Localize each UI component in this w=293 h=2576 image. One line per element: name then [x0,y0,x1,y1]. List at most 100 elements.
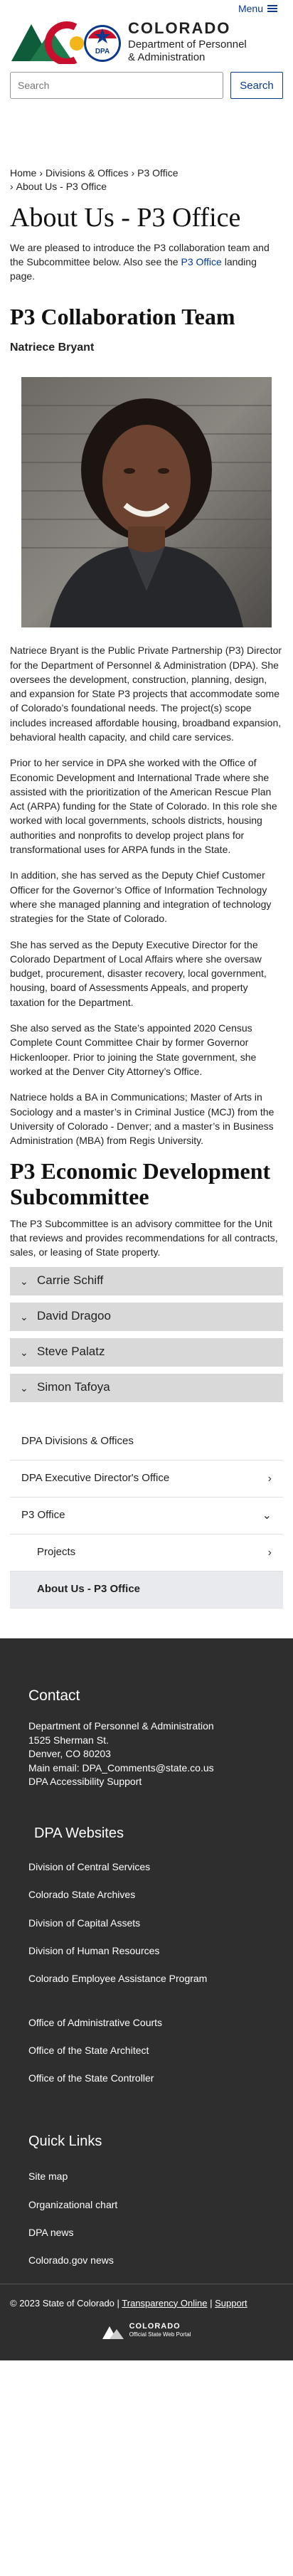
team-member-name: Natriece Bryant [10,341,95,354]
accordion-member[interactable]: ⌄ Carrie Schiff [10,1266,283,1295]
breadcrumb-current: About Us - P3 Office [16,180,107,192]
chevron-down-icon: ⌄ [20,1346,28,1358]
breadcrumb: Home › Divisions & Offices › P3 Office › Abou… [0,166,293,194]
breadcrumb-p3-office[interactable]: P3 Office [137,167,178,179]
address-line-3: Denver, CO 80203 [28,1748,111,1760]
breadcrumb-home[interactable]: Home [10,167,36,179]
support-link[interactable]: Support [215,2298,247,2309]
search-bar: Search [0,67,293,101]
side-navigation: DPA Divisions & Offices DPA Executive Dir… [10,1423,283,1608]
footer-link[interactable]: Colorado.gov news [28,2253,265,2267]
footer-link[interactable]: Office of Administrative Courts [28,2015,265,2030]
footer-link[interactable]: Colorado Employee Assistance Program [28,1971,265,1986]
breadcrumb-separator: › [131,167,135,179]
bio-paragraph: She has served as the Deputy Executive D… [10,938,267,1008]
portal-logo-state: COLORADO [129,2322,181,2331]
bio-section: Natriece Bryant is the Public Private Pa… [0,643,293,1147]
accordion-label: David Dragoo [37,1309,111,1323]
colorado-dpa-logo[interactable]: DPA [10,20,124,65]
footer-link[interactable]: Division of Central Services [28,1860,265,1874]
accordion-label: Simon Tafoya [37,1380,110,1394]
sidenav-item[interactable]: P3 Office ⌄ [10,1497,283,1535]
accordion-label: Carrie Schiff [37,1273,104,1288]
quick-links-list: Site map Organizational chart DPA news Colo… [0,2169,293,2267]
breadcrumb-separator: › [10,180,14,192]
websites-heading: DPA Websites [34,1825,124,1842]
breadcrumb-divisions[interactable]: Divisions & Offices [46,167,128,179]
hamburger-icon [267,4,277,14]
logo-state: COLORADO [128,19,231,38]
portal-logo-sub: Official State Web Portal [129,2331,191,2338]
websites-list-b: Office of Administrative Courts Office of… [0,2015,293,2086]
logo-dept-line2: & Administration [128,51,206,63]
subcommittee-description: The P3 Subcommittee is an advisory commi… [10,1217,278,1258]
chevron-right-icon: › [267,1546,272,1559]
colorado-mountain-icon [102,2326,124,2339]
footer-link[interactable]: Division of Capital Assets [28,1916,265,1930]
accordion-member[interactable]: ⌄ Steve Palatz [10,1337,283,1367]
address-line-2: 1525 Sherman St. [28,1734,109,1746]
intro-paragraph: We are pleased to introduce the P3 colla… [0,240,293,284]
menu-label: Menu [238,2,263,14]
menu-toggle[interactable]: Menu [238,1,277,16]
sidenav-label: P3 Office [21,1509,65,1522]
sidenav-label: DPA Divisions & Offices [21,1435,134,1448]
search-input[interactable] [10,72,223,99]
transparency-link[interactable]: Transparency Online [122,2298,207,2309]
site-header: DPA COLORADO Department of Personnel & A… [0,17,293,67]
footer-bottom-bar: © 2023 State of Colorado | Transparency … [0,2283,293,2311]
address-line-1: Department of Personnel & Administration [28,1720,214,1732]
sidenav-label: About Us - P3 Office [37,1583,141,1596]
chevron-down-icon: ⌄ [20,1275,28,1287]
bio-paragraph: Natriece Bryant is the Public Private Pa… [10,645,282,743]
chevron-down-icon: ⌄ [262,1509,272,1522]
p3-office-link[interactable]: P3 Office [181,256,221,267]
page-title: About Us - P3 Office [10,202,241,233]
footer-link[interactable]: Organizational chart [28,2198,265,2212]
sidenav-item[interactable]: DPA Executive Director's Office › [10,1460,283,1498]
accordion-label: Steve Palatz [37,1345,105,1359]
subcommittee-members: ⌄ Carrie Schiff ⌄ David Dragoo ⌄ Steve Palatz… [0,1266,293,1402]
footer-link[interactable]: Division of Human Resources [28,1944,265,1958]
sidenav-item[interactable]: Projects › [10,1534,283,1571]
sidenav-item[interactable]: DPA Divisions & Offices [10,1423,283,1461]
websites-list-a: Division of Central Services Colorado Sta… [0,1860,293,1986]
footer-link[interactable]: Colorado State Archives [28,1887,265,1902]
chevron-down-icon: ⌄ [20,1310,28,1323]
accordion-member[interactable]: ⌄ Simon Tafoya [10,1373,283,1402]
email-line: Main email: DPA_Comments@state.co.us [28,1761,265,1776]
email-link[interactable]: DPA_Comments@state.co.us [82,1762,213,1774]
top-bar: Menu [0,0,293,17]
breadcrumb-separator: › [39,167,43,179]
footer-link[interactable]: DPA news [28,2225,265,2240]
contact-address: Department of Personnel & Administration… [0,1719,293,1789]
logo-badge-text: DPA [95,48,110,55]
copyright: © 2023 State of Colorado [10,2297,114,2309]
bio-paragraph: She also served as the State’s appointed… [10,1022,257,1077]
footer-link[interactable]: Site map [28,2169,265,2183]
subcommittee-heading: P3 Economic Development Subcommittee [10,1158,271,1209]
bio-paragraph: Prior to her service in DPA she worked w… [10,757,277,856]
chevron-right-icon: › [267,1472,272,1485]
logo-wordmark: COLORADO Department of Personnel & Admin… [128,21,247,63]
accessibility-link[interactable]: DPA Accessibility Support [28,1776,142,1787]
sidenav-label: Projects [37,1546,76,1559]
sidenav-item[interactable]: About Us - P3 Office [10,1571,283,1608]
chevron-down-icon: ⌄ [20,1382,28,1394]
site-footer: Contact Department of Personnel & Admini… [0,1638,293,2361]
sidenav-label: DPA Executive Director's Office [21,1472,170,1485]
footer-link[interactable]: Office of the State Controller [28,2071,265,2085]
bio-paragraph: Natriece holds a BA in Communications; M… [10,1091,275,1147]
quick-links-heading: Quick Links [28,2134,102,2150]
contact-heading: Contact [28,1687,80,1704]
accordion-member[interactable]: ⌄ David Dragoo [10,1302,283,1331]
email-label: Main email: [28,1761,80,1774]
footer-link[interactable]: Office of the State Architect [28,2043,265,2057]
colorado-portal-logo[interactable]: COLORADO Official State Web Portal [0,2310,293,2360]
portrait-photo [21,377,272,628]
team-heading: P3 Collaboration Team [10,304,235,330]
bio-paragraph: In addition, she has served as the Deput… [10,869,272,925]
logo-dept-line1: Department of Personnel [128,38,247,51]
portrait-container [0,356,293,643]
search-button[interactable]: Search [230,72,283,99]
